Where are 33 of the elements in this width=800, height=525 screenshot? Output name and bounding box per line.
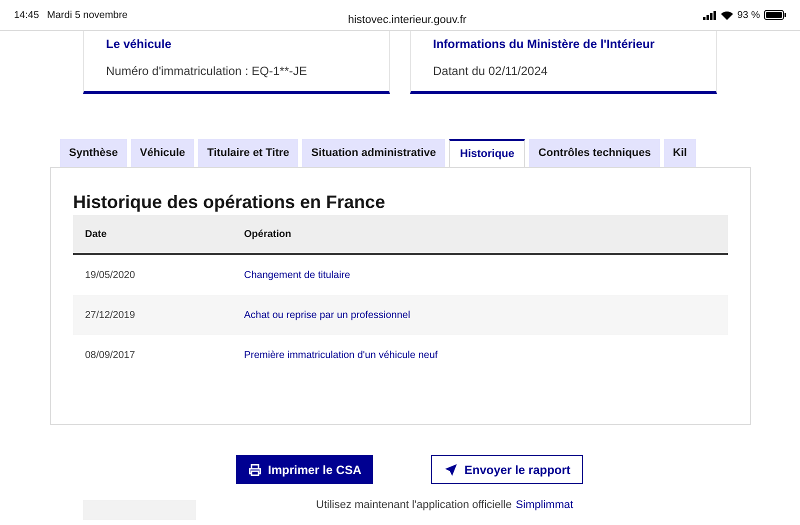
operation-link[interactable]: Changement de titulaire bbox=[244, 270, 350, 280]
signal-icon bbox=[703, 10, 718, 20]
print-button[interactable]: Imprimer le CSA bbox=[236, 455, 374, 484]
panel-title: Historique des opérations en France bbox=[73, 191, 386, 214]
tab[interactable]: Synthèse bbox=[60, 139, 127, 167]
tab[interactable]: Situation administrative bbox=[302, 139, 445, 167]
tab[interactable]: Véhicule bbox=[130, 139, 194, 167]
operation-link[interactable]: Première immatriculation d'un véhicule neuf bbox=[244, 350, 438, 360]
column-header: Opération bbox=[244, 228, 292, 240]
send-icon bbox=[444, 462, 458, 476]
tab[interactable]: Titulaire et Titre bbox=[198, 139, 298, 167]
tab[interactable]: Historique bbox=[449, 139, 526, 167]
date-cell: 08/09/2017 bbox=[85, 350, 136, 360]
clock-time: 14:45 bbox=[14, 8, 40, 22]
column-header: Date bbox=[85, 228, 107, 240]
wifi-icon bbox=[721, 10, 734, 20]
date-cell: 19/05/2020 bbox=[85, 270, 136, 280]
card-text: Numéro d'immatriculation : EQ-1**-JE bbox=[106, 63, 308, 80]
send-button[interactable]: Envoyer le rapport bbox=[431, 455, 584, 484]
tab[interactable]: Kil bbox=[664, 139, 696, 167]
url-text: histovec.interieur.gouv.fr bbox=[348, 13, 466, 28]
tab[interactable]: Contrôles techniques bbox=[529, 139, 660, 167]
simplimmat-link[interactable]: Simplimmat bbox=[516, 497, 574, 514]
date-text: Mardi 5 novembre bbox=[47, 8, 128, 22]
card-title: Informations du Ministère de l'Intérieur bbox=[433, 36, 656, 53]
date-cell: 27/12/2019 bbox=[85, 310, 136, 320]
printer-icon bbox=[248, 462, 262, 476]
card-text: Datant du 02/11/2024 bbox=[433, 63, 549, 80]
battery-icon bbox=[764, 10, 786, 20]
battery-percentage: 93 % bbox=[737, 8, 760, 22]
operation-link[interactable]: Achat ou reprise par un professionnel bbox=[244, 310, 410, 320]
footer-text: Utilisez maintenant l'application officielle bbox=[316, 498, 512, 513]
card-title: Le véhicule bbox=[106, 36, 172, 53]
